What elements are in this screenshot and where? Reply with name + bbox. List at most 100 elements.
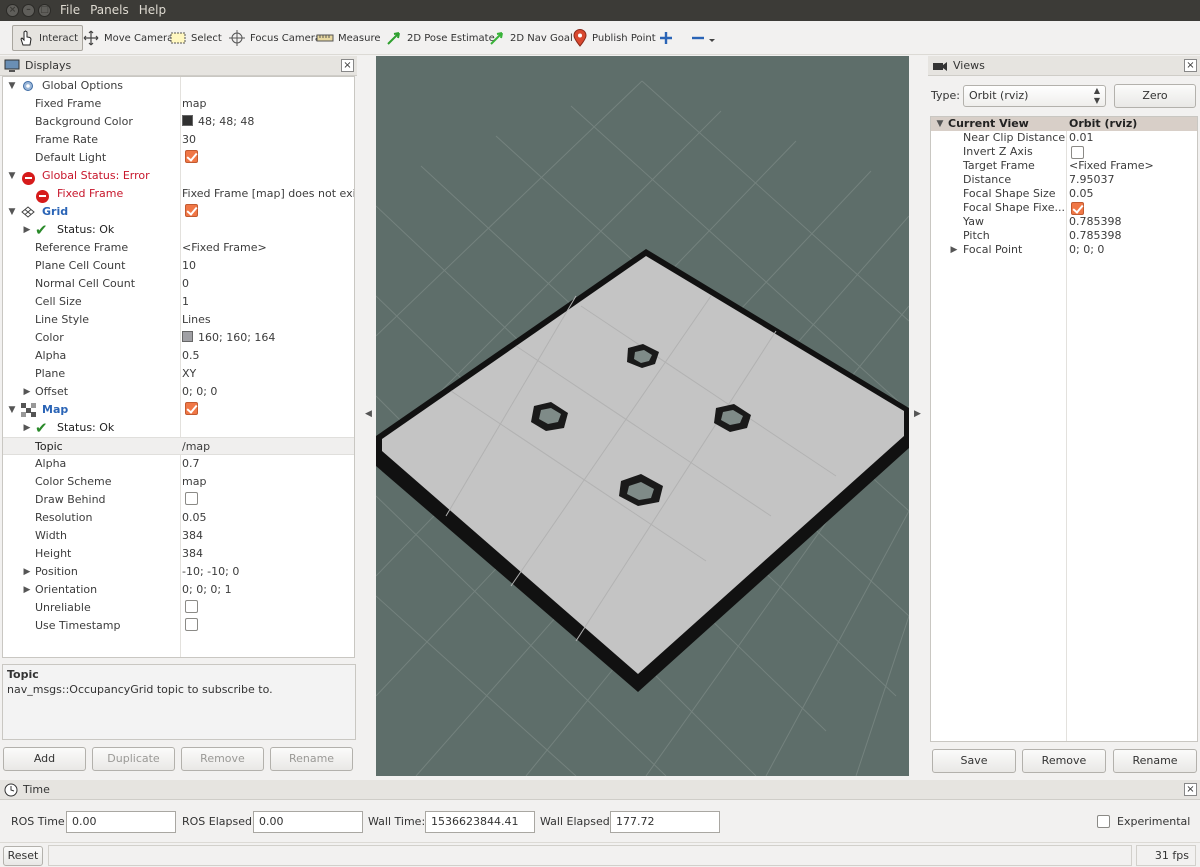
measure-tool-button[interactable]: Measure: [312, 25, 385, 51]
view-row-target-frame[interactable]: Target Frame <Fixed Frame>: [931, 159, 1197, 173]
view-row-focal-shape-fixed[interactable]: Focal Shape Fixe...: [931, 201, 1197, 215]
tree-row-map[interactable]: ▼ Map: [3, 401, 354, 419]
tree-row-grid-status[interactable]: ▶ ✔ Status: Ok: [3, 221, 354, 239]
tree-row-color[interactable]: Color 160; 160; 164: [3, 329, 354, 347]
remove-display-button[interactable]: Remove: [181, 747, 264, 771]
color-swatch[interactable]: [182, 331, 193, 342]
tree-row-global-options[interactable]: ▼ Global Options: [3, 77, 354, 95]
expand-arrow-icon[interactable]: ▶: [949, 243, 959, 257]
property-value[interactable]: 0.7: [182, 455, 200, 473]
grid-enabled-checkbox[interactable]: [185, 204, 198, 217]
property-value[interactable]: 160; 160; 164: [182, 329, 275, 347]
close-window-icon[interactable]: ×: [6, 4, 19, 17]
views-close-button[interactable]: ×: [1184, 59, 1197, 72]
menu-help[interactable]: Help: [139, 2, 166, 19]
expand-arrow-icon[interactable]: ▼: [7, 401, 17, 419]
property-value[interactable]: 1: [182, 293, 189, 311]
collapse-left-arrow-icon[interactable]: ◀: [365, 409, 372, 419]
tree-row-grid-alpha[interactable]: Alpha 0.5: [3, 347, 354, 365]
tree-row-color-scheme[interactable]: Color Scheme map: [3, 473, 354, 491]
focus-camera-tool-button[interactable]: Focus Camera: [224, 25, 325, 51]
focal-shape-fixed-checkbox[interactable]: [1071, 202, 1084, 215]
property-value[interactable]: map: [182, 473, 206, 491]
property-value[interactable]: <Fixed Frame>: [1069, 159, 1154, 173]
scene-canvas[interactable]: [376, 56, 909, 776]
maximize-window-icon[interactable]: □: [38, 4, 51, 17]
save-view-button[interactable]: Save: [932, 749, 1016, 773]
tree-row-cell-size[interactable]: Cell Size 1: [3, 293, 354, 311]
expand-arrow-icon[interactable]: ▶: [22, 563, 32, 581]
rename-display-button[interactable]: Rename: [270, 747, 353, 771]
property-value[interactable]: 0.5: [182, 347, 200, 365]
view-row-focal-shape-size[interactable]: Focal Shape Size 0.05: [931, 187, 1197, 201]
expand-arrow-icon[interactable]: ▼: [7, 77, 17, 95]
tree-row-topic[interactable]: Topic /map: [3, 437, 354, 455]
render-3d-view[interactable]: [376, 56, 909, 776]
tree-row-width[interactable]: Width 384: [3, 527, 354, 545]
tree-row-fixed-frame-error[interactable]: Fixed Frame Fixed Frame [map] does not e…: [3, 185, 354, 203]
rename-view-button[interactable]: Rename: [1113, 749, 1197, 773]
property-value[interactable]: XY: [182, 365, 196, 383]
view-row-pitch[interactable]: Pitch 0.785398: [931, 229, 1197, 243]
wall-time-field[interactable]: 1536623844.41: [425, 811, 535, 833]
tree-row-map-status[interactable]: ▶ ✔ Status: Ok: [3, 419, 354, 437]
ros-time-field[interactable]: 0.00: [66, 811, 176, 833]
view-row-distance[interactable]: Distance 7.95037: [931, 173, 1197, 187]
expand-arrow-icon[interactable]: ▶: [22, 419, 32, 437]
remove-tool-dropdown[interactable]: [686, 25, 722, 51]
tree-row-grid[interactable]: ▼ Grid: [3, 203, 354, 221]
property-value[interactable]: 0.785398: [1069, 229, 1122, 243]
expand-arrow-icon[interactable]: ▶: [22, 581, 32, 599]
menu-file[interactable]: File: [60, 2, 80, 19]
property-value[interactable]: 48; 48; 48: [182, 113, 254, 131]
tree-row-line-style[interactable]: Line Style Lines: [3, 311, 354, 329]
view-row-focal-point[interactable]: ▶ Focal Point 0; 0; 0: [931, 243, 1197, 257]
property-value[interactable]: map: [182, 95, 206, 113]
tree-row-frame-rate[interactable]: Frame Rate 30: [3, 131, 354, 149]
wall-elapsed-field[interactable]: 177.72: [610, 811, 720, 833]
view-type-select[interactable]: Orbit (rviz) ▲ ▼: [963, 85, 1106, 107]
tree-row-draw-behind[interactable]: Draw Behind: [3, 491, 354, 509]
invert-z-checkbox[interactable]: [1071, 146, 1084, 159]
add-display-button[interactable]: Add: [3, 747, 86, 771]
view-row-yaw[interactable]: Yaw 0.785398: [931, 215, 1197, 229]
tree-row-height[interactable]: Height 384: [3, 545, 354, 563]
displays-close-button[interactable]: ×: [341, 59, 354, 72]
expand-arrow-icon[interactable]: ▼: [7, 167, 17, 185]
tree-row-plane-cell-count[interactable]: Plane Cell Count 10: [3, 257, 354, 275]
minimize-window-icon[interactable]: –: [22, 4, 35, 17]
property-value[interactable]: 0: [182, 275, 189, 293]
zero-view-button[interactable]: Zero: [1114, 84, 1196, 108]
expand-arrow-icon[interactable]: ▶: [22, 221, 32, 239]
property-value[interactable]: 0.05: [1069, 187, 1094, 201]
tree-row-fixed-frame[interactable]: Fixed Frame map: [3, 95, 354, 113]
add-tool-button[interactable]: [654, 25, 678, 51]
property-value[interactable]: 0; 0; 0: [182, 383, 217, 401]
select-tool-button[interactable]: Select: [165, 25, 226, 51]
interact-tool-button[interactable]: Interact: [12, 25, 84, 51]
property-value[interactable]: <Fixed Frame>: [182, 239, 267, 257]
move-camera-tool-button[interactable]: Move Camera: [78, 25, 177, 51]
view-row-near-clip[interactable]: Near Clip Distance 0.01: [931, 131, 1197, 145]
tree-row-unreliable[interactable]: Unreliable: [3, 599, 354, 617]
time-close-button[interactable]: ×: [1184, 783, 1197, 796]
tree-row-position[interactable]: ▶ Position -10; -10; 0: [3, 563, 354, 581]
menu-panels[interactable]: Panels: [90, 2, 129, 19]
pose-estimate-tool-button[interactable]: 2D Pose Estimate: [381, 25, 499, 51]
unreliable-checkbox[interactable]: [185, 600, 198, 613]
property-value[interactable]: 0; 0; 0: [1069, 243, 1104, 257]
property-value[interactable]: 30: [182, 131, 196, 149]
reset-button[interactable]: Reset: [3, 846, 43, 866]
tree-row-use-timestamp[interactable]: Use Timestamp: [3, 617, 354, 635]
collapse-right-arrow-icon[interactable]: ▶: [914, 409, 921, 419]
experimental-checkbox[interactable]: [1097, 815, 1110, 828]
tree-row-reference-frame[interactable]: Reference Frame <Fixed Frame>: [3, 239, 354, 257]
expand-arrow-icon[interactable]: ▼: [7, 203, 17, 221]
property-value[interactable]: 0.01: [1069, 131, 1094, 145]
tree-row-plane[interactable]: Plane XY: [3, 365, 354, 383]
property-value[interactable]: 10: [182, 257, 196, 275]
nav-goal-tool-button[interactable]: 2D Nav Goal: [484, 25, 577, 51]
remove-view-button[interactable]: Remove: [1022, 749, 1106, 773]
tree-row-offset[interactable]: ▶ Offset 0; 0; 0: [3, 383, 354, 401]
property-value[interactable]: 7.95037: [1069, 173, 1115, 187]
